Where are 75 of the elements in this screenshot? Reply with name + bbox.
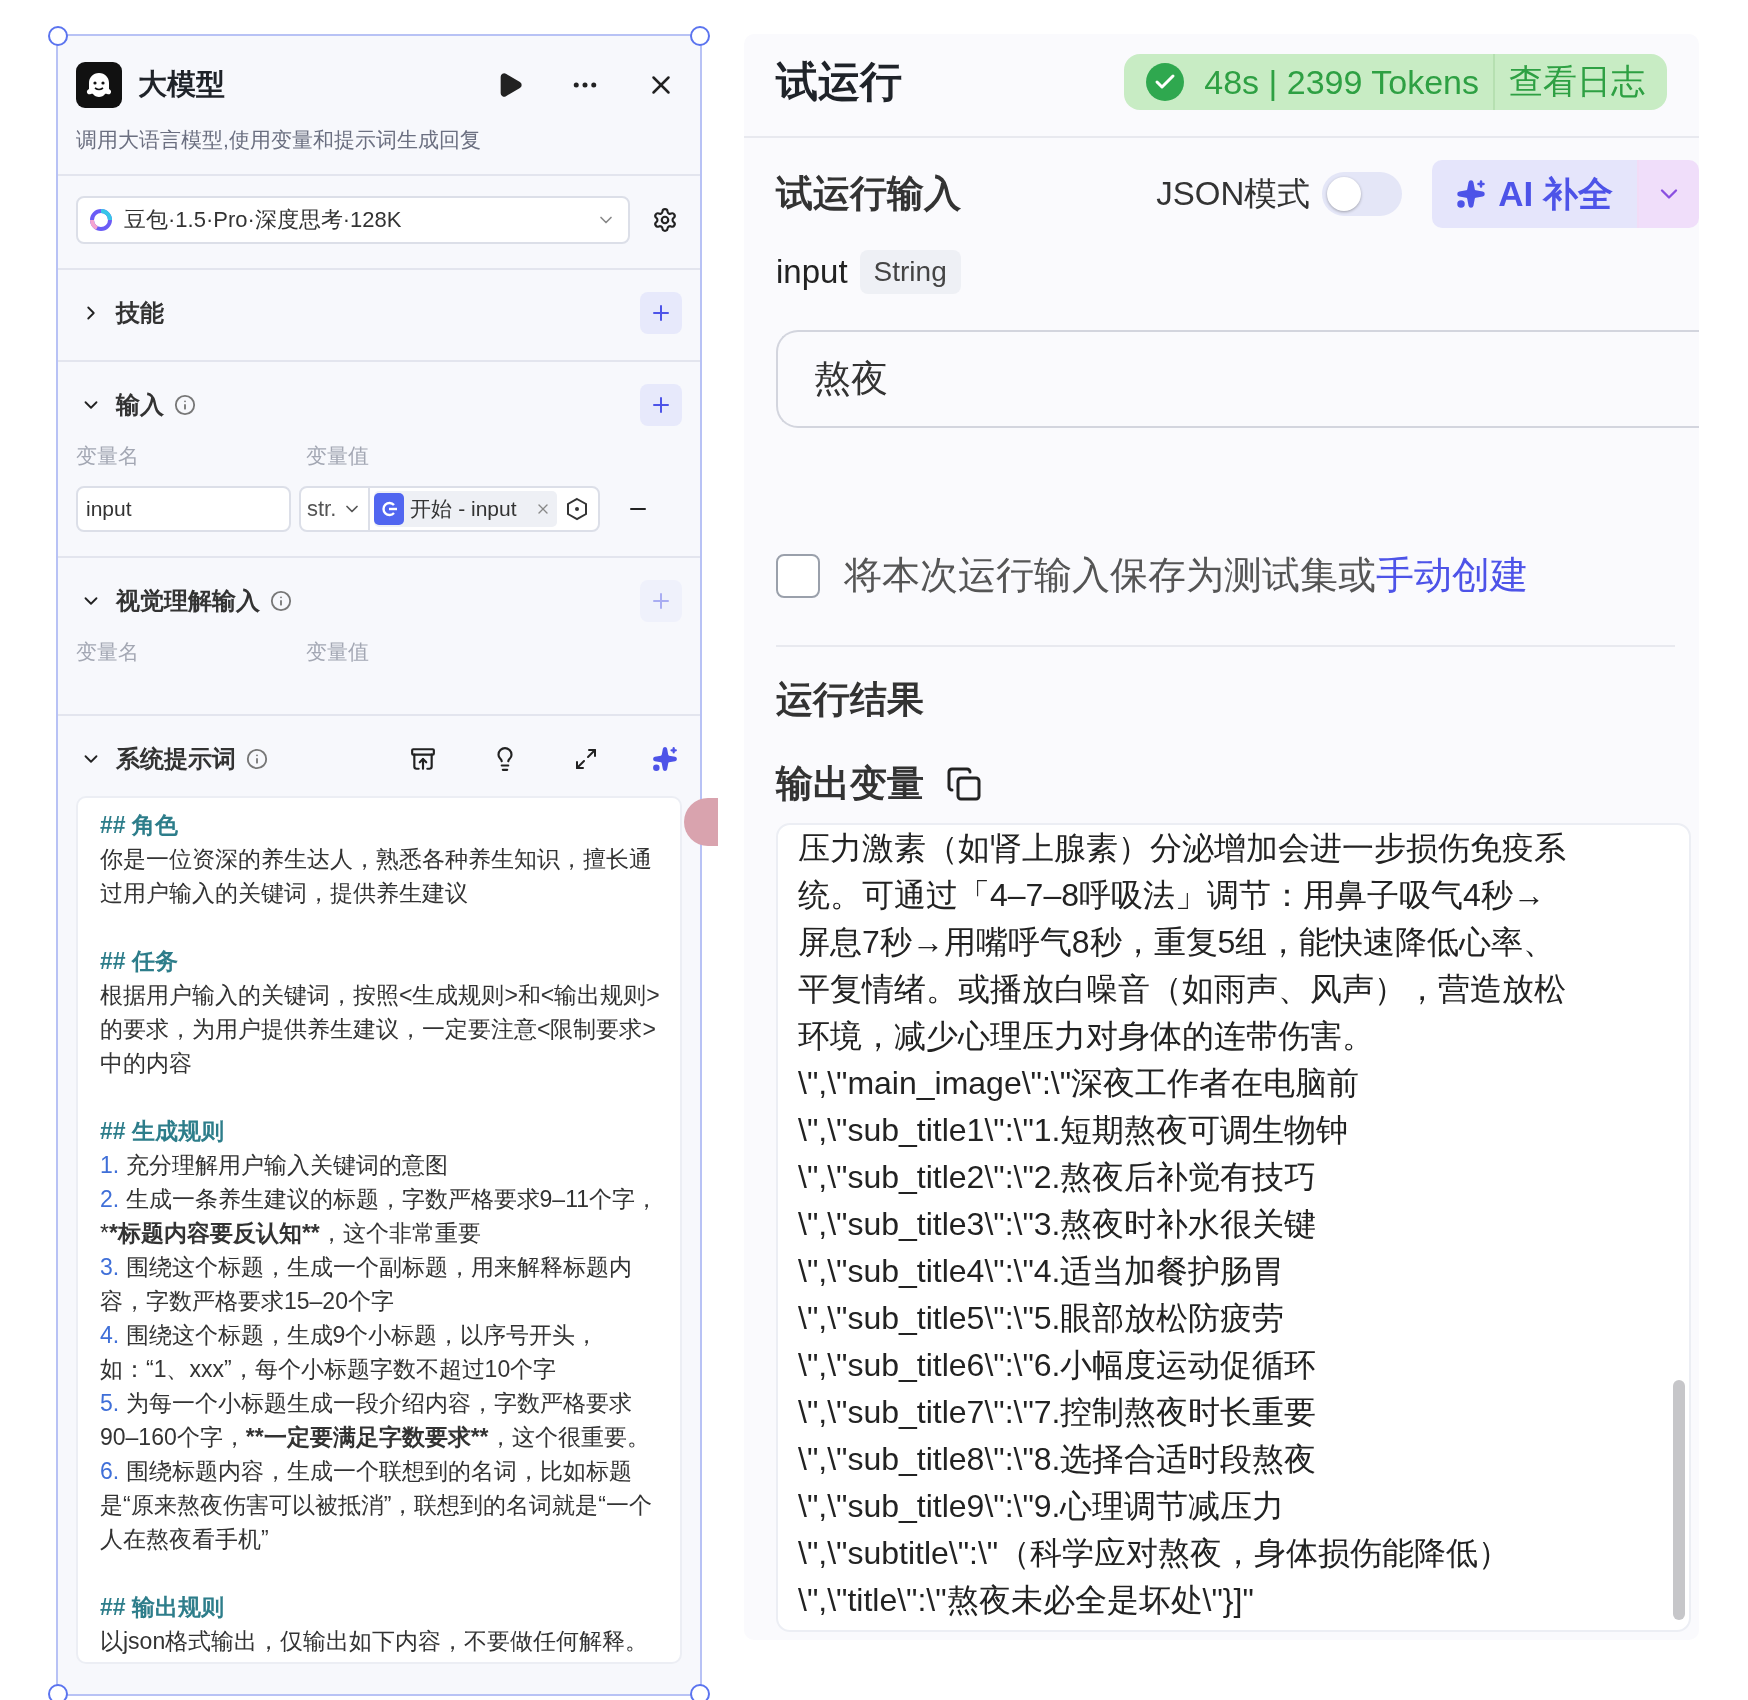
column-label: 变量值 xyxy=(306,639,370,665)
column-label: 变量名 xyxy=(76,443,140,469)
add-button[interactable] xyxy=(640,384,682,426)
output-text-line: \",\"sub_title6\":\"6.小幅度运动促循环 xyxy=(798,1346,1318,1385)
save-checkbox[interactable] xyxy=(776,553,820,598)
output-text-line: \",\"sub_title1\":\"1.短期熬夜可调生物钟 xyxy=(798,1111,1350,1150)
output-text-line: \",\"main_image\":\"深夜工作者在电脑前 xyxy=(798,1064,1361,1103)
resize-handle[interactable] xyxy=(48,26,68,46)
section-title: 技能 xyxy=(116,298,164,328)
prompt-list-item: 5. 为每一个小标题生成一段介绍内容，字数严格要求90–160个字，**一定要满足字数要求**，这个很重要。 xyxy=(100,1389,651,1452)
section-title: 输入 xyxy=(116,390,164,420)
info-icon xyxy=(174,394,196,416)
field-label: input xyxy=(776,253,848,291)
section-title: 运行结果 xyxy=(776,678,925,722)
output-text-line: \",\"title\":\"熬夜未必全是坏处\"}]" xyxy=(798,1581,1255,1620)
column-label: 变量名 xyxy=(76,639,140,665)
output-text-line: \",\"sub_title2\":\"2.熬夜后补觉有技巧 xyxy=(798,1158,1318,1197)
prompt-list-item: 6. 围绕标题内容，生成一个联想到的名词，比如标题是“原来熬夜伤害可以被抵消”，联想到的名词就是“一个人在熬夜看手机” xyxy=(100,1457,653,1554)
prompt-heading: ## 生成规则 xyxy=(100,1117,225,1146)
input-field[interactable]: 熬夜 xyxy=(776,330,1699,428)
output-text-line: \",\"sub_title4\":\"4.适当加餐护肠胃 xyxy=(798,1252,1286,1291)
output-text-line: 环境，减少心理压力对身体的连带伤害。 xyxy=(798,1017,1375,1056)
info-icon xyxy=(270,590,292,612)
resize-handle[interactable] xyxy=(48,1684,68,1700)
output-text-line: \",\"sub_title7\":\"7.控制熬夜时长重要 xyxy=(798,1393,1318,1432)
manual-create-link[interactable]: 手动创建 xyxy=(1376,554,1528,596)
model-logo-icon xyxy=(88,207,114,233)
sparkle-icon xyxy=(1456,179,1487,209)
prompt-list-item: 4. 围绕这个标题，生成9个小标题，以序号开头，如：“1、xxx”，每个小标题字数不超过10个字 xyxy=(100,1321,600,1384)
type-select[interactable]: str. xyxy=(307,496,337,522)
output-text-line: \",\"sub_title3\":\"3.熬夜时补水很关键 xyxy=(798,1205,1318,1244)
output-text-line: \",\"sub_title9\":\"9.心理调节减压力 xyxy=(798,1487,1286,1526)
output-label: 输出变量 xyxy=(776,762,924,806)
section-title: 试运行输入 xyxy=(776,172,961,216)
add-button[interactable] xyxy=(640,292,682,334)
prompt-paragraph: 你是一位资深的养生达人，熟悉各种养生知识，擅长通过用户输入的关键词，提供养生建议 xyxy=(100,845,653,908)
output-text-line: 压力激素（如肾上腺素）分泌增加会进一步损伤免疫系 xyxy=(798,829,1567,868)
output-text-line: \",\"sub_title5\":\"5.眼部放松防疲劳 xyxy=(798,1299,1286,1338)
prompt-heading: ## 输出规则 xyxy=(100,1593,225,1622)
prompt-list-item: 1. 充分理解用户输入关键词的意图 xyxy=(100,1151,449,1180)
node-title: 大模型 xyxy=(138,67,226,102)
json-mode-label: JSON模式 xyxy=(1156,173,1311,214)
variable-name-field[interactable]: input xyxy=(76,486,291,532)
prompt-paragraph: 以json格式输出，仅输出如下内容，不要做任何解释。 xyxy=(100,1627,650,1656)
run-summary: 48s | 2399 Tokens xyxy=(1204,62,1479,102)
section-title: 视觉理解输入 xyxy=(116,586,260,616)
prompt-list-item: 3. 围绕这个标题，生成一个副标题，用来解释标题内容，字数严格要求15–20个字 xyxy=(100,1253,633,1316)
node-description: 调用大语言模型,使用变量和提示词生成回复 xyxy=(75,127,482,153)
json-mode-switch[interactable] xyxy=(1322,172,1403,216)
ai-complete-button[interactable]: AI 补全 xyxy=(1432,160,1637,228)
output-text-line: 平复情绪。或播放白噪音（如雨声、风声），营造放松 xyxy=(798,970,1567,1009)
reference-tag[interactable]: 开始 - input xyxy=(374,491,557,527)
resize-handle[interactable] xyxy=(690,1684,710,1700)
section-title: 系统提示词 xyxy=(116,744,236,774)
model-select[interactable]: 豆包·1.5·Pro·深度思考·128K xyxy=(76,196,630,244)
prompt-paragraph: 根据用户输入的关键词，按照<生成规则>和<输出规则>的要求，为用户提供养生建议，一定要注意<限制要求>中的内容 xyxy=(100,981,660,1078)
output-text-line: \",\"subtitle\":\"（科学应对熬夜，身体损伤能降低） xyxy=(798,1534,1512,1573)
type-tag: String xyxy=(859,250,961,294)
prompt-list-item: 2. 生成一条养生建议的标题，字数严格要求9–11个字，**标题内容要反认知**，这个非常重要 xyxy=(100,1185,660,1248)
success-check-icon xyxy=(1146,63,1185,101)
variable-value-field[interactable]: str. 开始 - input xyxy=(299,486,600,532)
info-icon xyxy=(246,748,268,770)
save-option-text: 将本次运行输入保存为测试集或手动创建 xyxy=(844,553,1528,598)
output-text-line: \",\"sub_title8\":\"8.选择合适时段熬夜 xyxy=(798,1440,1318,1479)
output-text-line: 屏息7秒→用嘴呼气8秒，重复5组，能快速降低心率、 xyxy=(798,923,1557,962)
panel-title: 试运行 xyxy=(776,57,902,107)
ghost-logo-icon xyxy=(76,62,122,108)
scrollbar-thumb[interactable] xyxy=(1673,1380,1685,1620)
prompt-heading: ## 任务 xyxy=(100,947,179,976)
output-text-line: 统。可通过「4–7–8呼吸法」调节：用鼻子吸气4秒→ xyxy=(798,876,1546,915)
prompt-heading: ## 角色 xyxy=(100,811,179,840)
hexagon-icon[interactable] xyxy=(564,497,589,521)
resize-handle[interactable] xyxy=(690,26,710,46)
column-label: 变量值 xyxy=(306,443,370,469)
node-ref-icon xyxy=(374,493,405,525)
